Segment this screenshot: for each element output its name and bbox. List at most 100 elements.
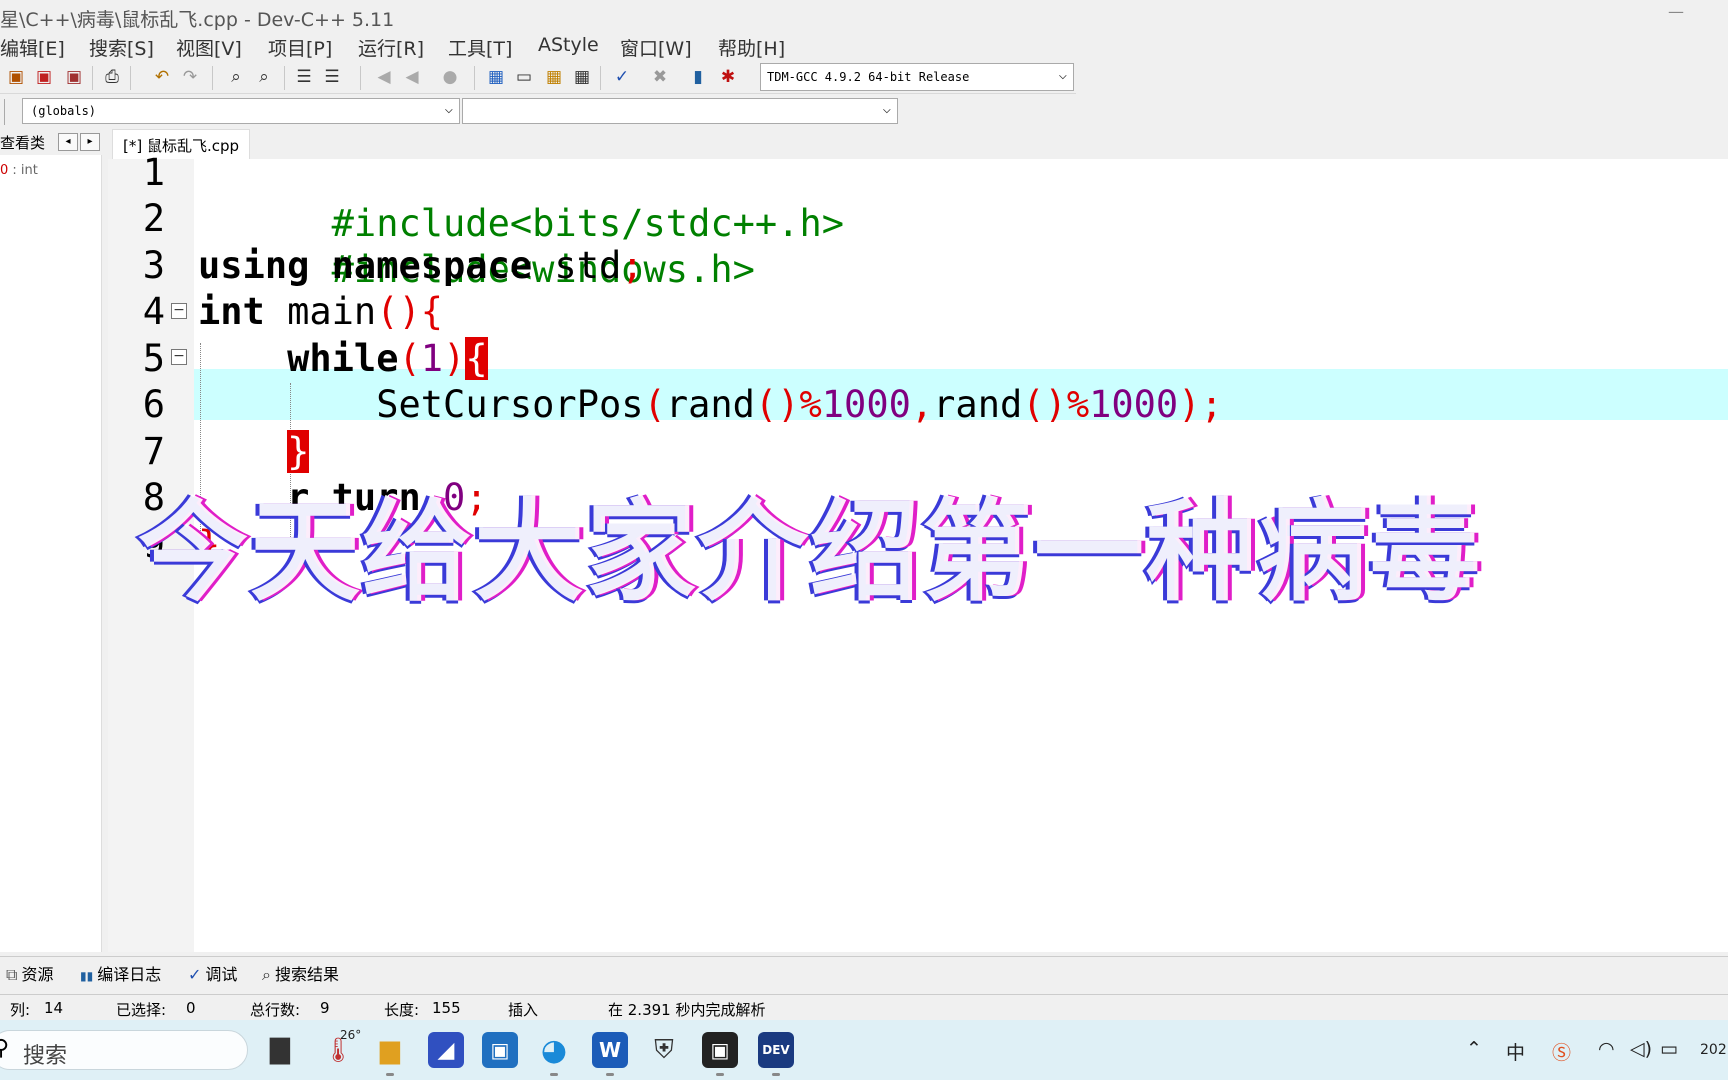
- goto-forward-icon[interactable]: ◀: [400, 65, 424, 89]
- devcpp-icon[interactable]: DEV: [758, 1032, 794, 1076]
- battery-icon[interactable]: ▭: [1660, 1038, 1678, 1060]
- menu-edit[interactable]: 编辑[E]: [0, 34, 65, 61]
- symbol: ;: [465, 476, 488, 519]
- line-number: 2: [142, 197, 165, 240]
- identifier: main: [264, 290, 377, 333]
- menu-tools[interactable]: 工具[T]: [448, 34, 512, 61]
- prev-tab-button[interactable]: ◂: [58, 133, 78, 151]
- symbol: ): [443, 337, 466, 380]
- sogou-ime-icon[interactable]: Ⓢ: [1552, 1038, 1571, 1065]
- resources-icon: ⧉: [6, 965, 18, 984]
- menu-view[interactable]: 视图[V]: [176, 34, 242, 61]
- menu-search[interactable]: 搜索[S]: [89, 34, 154, 61]
- wifi-icon[interactable]: ◠: [1598, 1038, 1615, 1060]
- new-project-icon[interactable]: ▣: [4, 65, 28, 89]
- debug-icon: ✓: [188, 965, 202, 984]
- keyword: r turn: [287, 476, 421, 519]
- menu-astyle[interactable]: AStyle: [538, 34, 599, 56]
- weather-icon[interactable]: 🌡 26°: [320, 1028, 362, 1068]
- symbol: (): [754, 383, 800, 426]
- check-syntax-icon[interactable]: ✓: [610, 65, 634, 89]
- menu-window[interactable]: 窗口[W]: [620, 34, 692, 61]
- member-combo[interactable]: ⌵: [462, 98, 898, 124]
- unindent-icon[interactable]: ☰: [320, 65, 344, 89]
- print-icon[interactable]: ⎙: [100, 65, 124, 89]
- menu-help[interactable]: 帮助[H]: [718, 34, 785, 61]
- next-tab-button[interactable]: ▸: [80, 133, 100, 151]
- close-project-icon[interactable]: ▣: [32, 65, 56, 89]
- tab-debug[interactable]: ✓ 调试: [188, 961, 237, 985]
- running-indicator: [386, 1073, 394, 1076]
- class-browser-tab-label: 查看类: [0, 134, 46, 152]
- symbol: ,: [910, 383, 934, 426]
- find-icon[interactable]: ⌕: [224, 65, 248, 89]
- tiles-icon[interactable]: ▦: [570, 65, 594, 89]
- grid-icon[interactable]: ▦: [484, 65, 508, 89]
- weather-temp: 26°: [340, 1028, 362, 1042]
- clock[interactable]: 202: [1700, 1042, 1727, 1058]
- running-indicator: [606, 1073, 614, 1076]
- profile-icon[interactable]: ✱: [716, 65, 740, 89]
- chart-icon[interactable]: ▮: [686, 65, 710, 89]
- running-indicator: [716, 1073, 724, 1076]
- line-number: 6: [142, 383, 165, 426]
- matched-brace: {: [465, 337, 488, 380]
- goto-back-icon[interactable]: ◀: [372, 65, 396, 89]
- ime-indicator[interactable]: 中: [1506, 1038, 1525, 1065]
- tab-resources[interactable]: ⧉ 资源: [6, 961, 53, 985]
- class-tree-item[interactable]: 0 : int: [0, 163, 38, 178]
- menu-bar: 编辑[E] 搜索[S] 视图[V] 项目[P] 运行[R] 工具[T] ASty…: [0, 32, 1728, 60]
- tab-compile-log[interactable]: ▮▮ 编译日志: [80, 961, 161, 985]
- toggle-bookmark-icon[interactable]: ●: [438, 65, 462, 89]
- taskbar-search[interactable]: ⚲ 搜索: [0, 1030, 248, 1070]
- undo-icon[interactable]: ↶: [150, 65, 174, 89]
- scope-bar: (globals) ⌵ ⌵: [0, 95, 900, 129]
- shield-game-icon[interactable]: ⛨: [646, 1032, 682, 1068]
- status-parse: 在 2.391 秒内完成解析: [608, 1001, 766, 1019]
- keyword: using namespace: [198, 244, 533, 287]
- tab-search-results-label: 搜索结果: [274, 965, 339, 984]
- stop-icon[interactable]: ✖: [648, 65, 672, 89]
- window-title: 星\C++\病毒\鼠标乱飞.cpp - Dev-C++ 5.11: [0, 9, 395, 31]
- status-col-value: 14: [44, 999, 64, 1017]
- replace-icon[interactable]: ⌕: [252, 65, 276, 89]
- code-line-6: SetCursorPos(rand()%1000,rand()%1000);: [198, 379, 1223, 430]
- layout-icon[interactable]: ▦: [542, 65, 566, 89]
- chevron-down-icon: ⌵: [882, 101, 891, 117]
- class-browser-tab[interactable]: 查看类 ◂ ▸: [0, 129, 102, 155]
- file-explorer-icon[interactable]: ▆: [372, 1032, 408, 1076]
- task-view-icon[interactable]: ▇: [262, 1032, 298, 1068]
- menu-project[interactable]: 项目[P]: [268, 34, 332, 61]
- volume-icon[interactable]: ◁): [1630, 1038, 1652, 1060]
- tab-search-results[interactable]: ⌕ 搜索结果: [262, 961, 339, 985]
- status-len-label: 长度:: [384, 1001, 420, 1019]
- symbol: ;: [621, 244, 644, 287]
- word-icon[interactable]: W: [592, 1032, 628, 1076]
- window-icon[interactable]: ▭: [512, 65, 536, 89]
- menu-run[interactable]: 运行[R]: [358, 34, 424, 61]
- bilibili-icon[interactable]: ▣: [702, 1032, 738, 1076]
- close-all-icon[interactable]: ▣: [62, 65, 86, 89]
- tray-overflow-icon[interactable]: ⌃: [1466, 1038, 1482, 1060]
- keyword: int: [198, 290, 265, 333]
- toolbar-separator: [130, 66, 131, 90]
- symbol: %: [1066, 383, 1090, 426]
- search-results-icon: ⌕: [262, 965, 271, 984]
- compiler-select[interactable]: TDM-GCC 4.9.2 64-bit Release ⌵: [760, 63, 1074, 91]
- title-bar: 星\C++\病毒\鼠标乱飞.cpp - Dev-C++ 5.11 —: [0, 0, 1728, 32]
- fold-toggle-icon[interactable]: −: [171, 303, 187, 319]
- status-mode: 插入: [508, 1001, 539, 1019]
- fold-toggle-icon[interactable]: −: [171, 349, 187, 365]
- tab-debug-label: 调试: [205, 965, 238, 984]
- code-editor[interactable]: 1 2 3 4 5 6 7 8 9 − − #include<bits/stdc…: [108, 151, 1728, 952]
- store-icon[interactable]: ▣: [482, 1032, 518, 1068]
- app-icon[interactable]: ◢: [428, 1032, 464, 1068]
- redo-icon[interactable]: ↷: [178, 65, 202, 89]
- line-number: 5: [142, 337, 165, 380]
- line-number: 4: [142, 290, 165, 333]
- indent-icon[interactable]: ☰: [292, 65, 316, 89]
- minimize-button[interactable]: —: [1668, 2, 1684, 21]
- edge-browser-icon[interactable]: ◕: [536, 1032, 572, 1076]
- chevron-down-icon: ⌵: [444, 101, 453, 117]
- class-combo[interactable]: (globals) ⌵: [22, 98, 460, 124]
